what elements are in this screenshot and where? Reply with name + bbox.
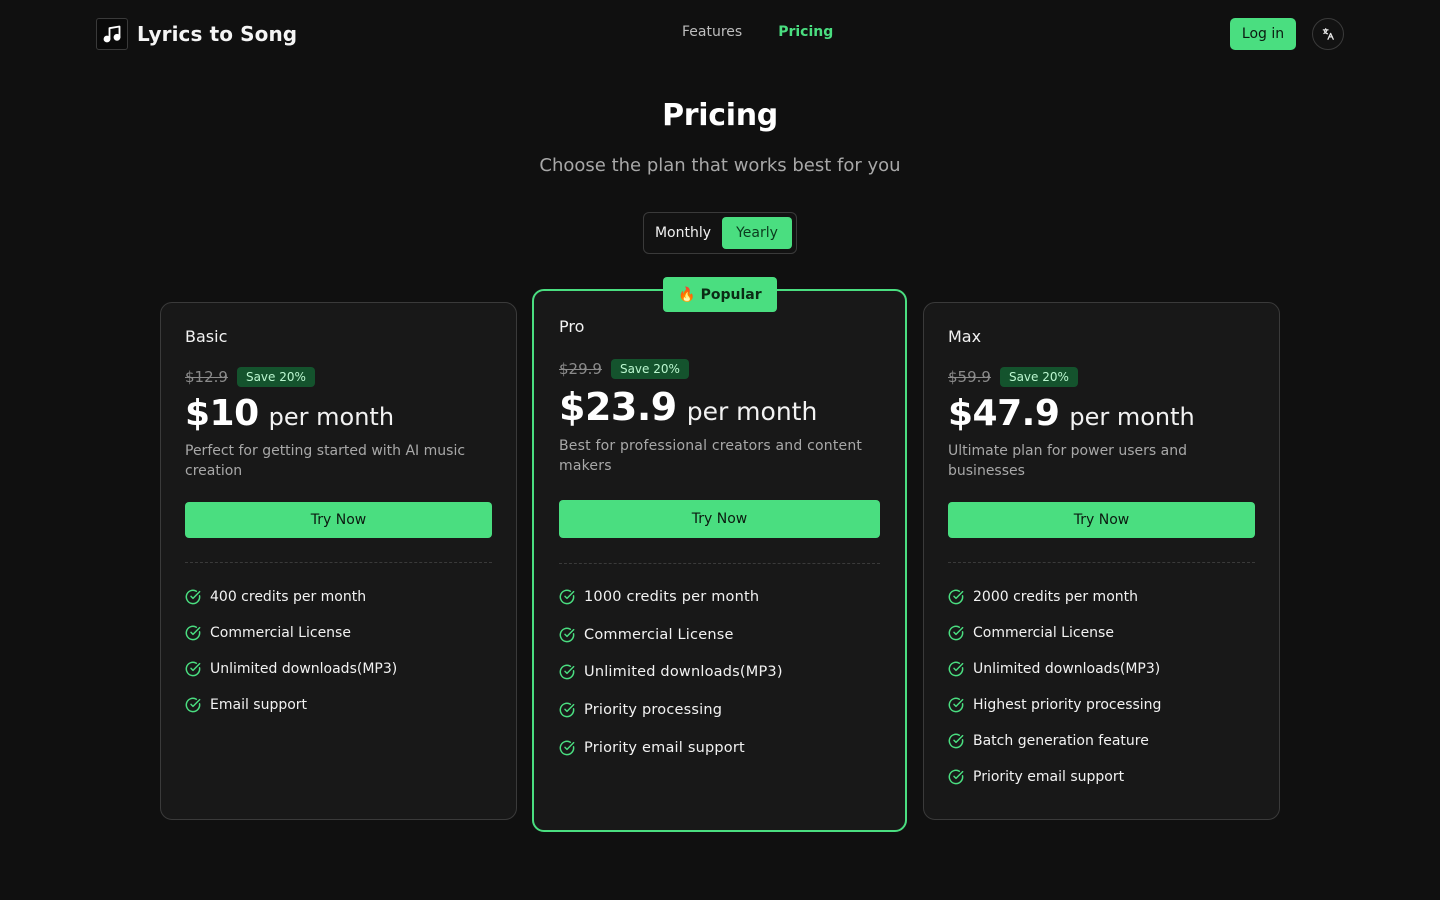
- feature-item: Unlimited downloads(MP3): [185, 651, 397, 687]
- plan-name: Pro: [559, 317, 585, 336]
- plan-name: Basic: [185, 327, 228, 346]
- check-circle-icon: [559, 589, 575, 605]
- plan-card-max: Max $59.9 Save 20% $47.9 per month Ultim…: [923, 302, 1280, 820]
- save-badge: Save 20%: [610, 359, 689, 379]
- check-circle-icon: [948, 733, 964, 749]
- check-circle-icon: [948, 625, 964, 641]
- feature-text: Priority email support: [973, 769, 1125, 785]
- save-badge: Save 20%: [999, 367, 1078, 387]
- price-main: $47.9 per month: [948, 393, 1195, 434]
- feature-item: Highest priority processing: [948, 687, 1161, 723]
- feature-text: Commercial License: [584, 626, 734, 643]
- plan-description: Perfect for getting started with AI musi…: [185, 443, 466, 479]
- plan-description: Ultimate plan for power users and busine…: [948, 443, 1188, 479]
- old-price: $59.9: [948, 368, 991, 386]
- divider: [948, 562, 1255, 563]
- popular-badge: 🔥 Popular: [663, 277, 777, 312]
- login-button[interactable]: Log in: [1230, 18, 1296, 50]
- feature-item: Commercial License: [559, 616, 783, 654]
- feature-text: Priority processing: [584, 701, 723, 718]
- feature-item: Commercial License: [948, 615, 1161, 651]
- feature-item: Commercial License: [185, 615, 397, 651]
- feature-item: 400 credits per month: [185, 579, 397, 615]
- feature-text: Highest priority processing: [973, 697, 1162, 713]
- feature-list: 2000 credits per month Commercial Licens…: [948, 579, 1161, 795]
- toggle-monthly[interactable]: Monthly: [648, 217, 718, 249]
- check-circle-icon: [948, 589, 964, 605]
- billing-toggle: Monthly Yearly: [643, 212, 797, 254]
- feature-item: 1000 credits per month: [559, 578, 783, 616]
- feature-text: Unlimited downloads(MP3): [584, 664, 783, 681]
- feature-text: Unlimited downloads(MP3): [210, 661, 398, 677]
- feature-item: Batch generation feature: [948, 723, 1161, 759]
- check-circle-icon: [185, 625, 201, 641]
- feature-text: Unlimited downloads(MP3): [973, 661, 1161, 677]
- site-header: Lyrics to Song Features Pricing Log in: [0, 0, 1440, 68]
- divider: [559, 563, 880, 564]
- nav-features[interactable]: Features: [682, 24, 742, 40]
- feature-item: Unlimited downloads(MP3): [948, 651, 1161, 687]
- price-row: $29.9 Save 20%: [559, 359, 689, 379]
- feature-text: Priority email support: [584, 739, 745, 756]
- check-circle-icon: [559, 740, 575, 755]
- old-price: $12.9: [185, 368, 228, 386]
- price-unit: per month: [686, 397, 818, 426]
- feature-text: Commercial License: [973, 625, 1114, 641]
- price-unit: per month: [1069, 403, 1195, 431]
- price-row: $59.9 Save 20%: [948, 367, 1078, 387]
- music-note-icon: [96, 18, 128, 50]
- plan-card-basic: Basic $12.9 Save 20% $10 per month Perfe…: [160, 302, 517, 820]
- check-circle-icon: [559, 664, 575, 680]
- feature-item: Priority processing: [559, 691, 783, 729]
- price-main: $23.9 per month: [559, 385, 817, 429]
- feature-item: Email support: [185, 687, 397, 723]
- old-price: $29.9: [559, 360, 602, 378]
- feature-item: Priority email support: [948, 759, 1161, 795]
- feature-item: Unlimited downloads(MP3): [559, 653, 783, 691]
- check-circle-icon: [185, 589, 201, 605]
- translate-icon: [1322, 28, 1334, 40]
- plan-name: Max: [948, 327, 982, 346]
- feature-list: 400 credits per month Commercial License…: [185, 579, 397, 723]
- page-subtitle: Choose the plan that works best for you: [539, 155, 901, 176]
- price-value: $10: [185, 393, 259, 434]
- toggle-yearly[interactable]: Yearly: [722, 217, 792, 249]
- feature-text: 1000 credits per month: [584, 588, 760, 605]
- feature-text: Commercial License: [210, 625, 351, 641]
- check-circle-icon: [185, 697, 201, 713]
- save-badge: Save 20%: [236, 367, 315, 387]
- try-now-button-pro[interactable]: Try Now: [559, 500, 880, 538]
- feature-text: 400 credits per month: [210, 589, 367, 605]
- feature-text: Email support: [210, 697, 308, 713]
- plan-description: Best for professional creators and conte…: [559, 438, 863, 474]
- check-circle-icon: [185, 661, 201, 677]
- language-button[interactable]: [1312, 18, 1344, 50]
- feature-text: Batch generation feature: [973, 733, 1149, 749]
- main-nav: Features Pricing: [682, 24, 833, 40]
- price-row: $12.9 Save 20%: [185, 367, 315, 387]
- brand-name: Lyrics to Song: [137, 22, 298, 46]
- try-now-button-max[interactable]: Try Now: [948, 502, 1255, 538]
- divider: [185, 562, 492, 563]
- price-unit: per month: [268, 403, 395, 431]
- plan-card-pro: Pro $29.9 Save 20% $23.9 per month Best …: [532, 289, 907, 832]
- check-circle-icon: [559, 627, 575, 642]
- feature-text: 2000 credits per month: [973, 589, 1138, 605]
- check-circle-icon: [948, 697, 964, 713]
- try-now-button-basic[interactable]: Try Now: [185, 502, 492, 538]
- check-circle-icon: [948, 661, 964, 677]
- price-value: $23.9: [559, 385, 677, 429]
- feature-item: 2000 credits per month: [948, 579, 1161, 615]
- nav-pricing[interactable]: Pricing: [778, 24, 833, 40]
- price-main: $10 per month: [185, 393, 394, 434]
- feature-item: Priority email support: [559, 729, 783, 767]
- feature-list: 1000 credits per month Commercial Licens…: [559, 578, 783, 766]
- check-circle-icon: [948, 769, 964, 785]
- brand-link[interactable]: Lyrics to Song: [96, 18, 297, 50]
- page-title: Pricing: [662, 98, 778, 133]
- check-circle-icon: [559, 702, 575, 718]
- popular-label: 🔥 Popular: [678, 286, 762, 303]
- price-value: $47.9: [948, 393, 1060, 434]
